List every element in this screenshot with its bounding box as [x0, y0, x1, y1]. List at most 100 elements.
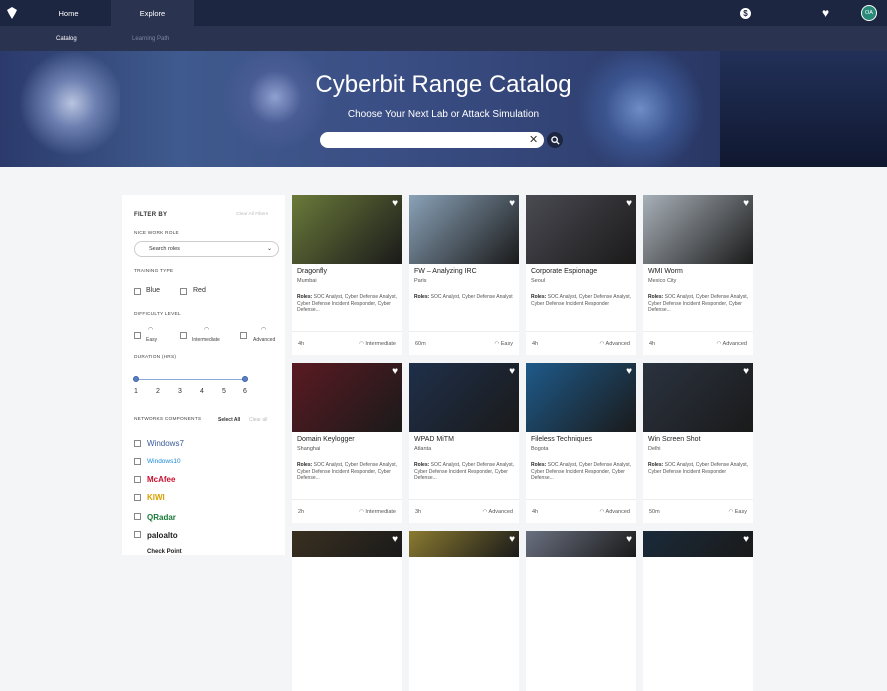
red-checkbox[interactable]	[180, 288, 187, 295]
favorite-heart-icon[interactable]: ♥	[509, 198, 515, 209]
scenario-card[interactable]: ♥ Dragonfly Mumbai Roles: SOC Analyst, Cybe…	[292, 195, 402, 355]
level-text: Advanced	[605, 341, 630, 347]
scenario-card[interactable]: ♥ Fileless Techniques Bogota Roles: SOC Ana…	[526, 363, 636, 523]
scenario-card[interactable]: ♥ FW – Analyzing IRC Paris Roles: SOC Analy…	[409, 195, 519, 355]
card-divider	[526, 331, 636, 332]
scenario-card[interactable]: ♥ Win Screen Shot Delhi Roles: SOC Analyst,…	[643, 363, 753, 523]
favorite-heart-icon[interactable]: ♥	[626, 198, 632, 209]
mcafee-logo: McAfee	[147, 475, 176, 484]
level-text: Intermediate	[365, 341, 396, 347]
intermediate-checkbox[interactable]	[180, 332, 187, 339]
roles-prefix: Roles:	[531, 294, 547, 300]
scenario-location: Atlanta	[414, 446, 432, 452]
favorite-heart-icon[interactable]: ♥	[626, 366, 632, 377]
duration-slider-track[interactable]	[135, 379, 246, 380]
windows10-checkbox[interactable]	[134, 458, 141, 465]
work-role-label: NICE WORK ROLE	[134, 231, 179, 236]
scenario-card[interactable]: ♥ Corporate Espionage Seoul Roles: SOC Anal…	[526, 195, 636, 355]
scenario-location: Bogota	[531, 446, 549, 452]
scenario-title: Dragonfly	[297, 268, 327, 275]
favorite-heart-icon[interactable]: ♥	[509, 534, 515, 545]
scenario-card[interactable]: ♥	[526, 531, 636, 691]
difficulty-label: DIFFICULTY LEVEL	[134, 312, 181, 317]
hero-title: Cyberbit Range Catalog	[315, 71, 572, 98]
card-divider	[409, 499, 519, 500]
training-type-label: TRAINING TYPE	[134, 269, 174, 274]
catalog-search-input[interactable]	[320, 132, 544, 148]
paloalto-checkbox[interactable]	[134, 531, 141, 538]
favorite-heart-icon[interactable]: ♥	[509, 366, 515, 377]
level-text: Easy	[734, 509, 747, 515]
duration-tick: 3	[178, 388, 182, 395]
advanced-checkbox[interactable]	[240, 332, 247, 339]
nav-home-tab[interactable]: Home	[27, 0, 110, 26]
roles-text: SOC Analyst, Cyber Defense Analyst, Cybe…	[414, 462, 515, 481]
favorite-heart-icon[interactable]: ♥	[392, 198, 398, 209]
duration-tick: 2	[156, 388, 160, 395]
hero-banner: Cyberbit Range Catalog Choose Your Next …	[0, 51, 887, 167]
roles-text: SOC Analyst, Cyber Defense Analyst, Cybe…	[531, 294, 632, 307]
tab-catalog[interactable]: Catalog	[56, 26, 77, 51]
red-label: Red	[193, 287, 206, 294]
easy-checkbox[interactable]	[134, 332, 141, 339]
qradar-checkbox[interactable]	[134, 513, 141, 520]
scenario-card[interactable]: ♥ Domain Keylogger Shanghai Roles: SOC Anal…	[292, 363, 402, 523]
scenario-duration: 4h	[649, 341, 656, 347]
scenario-roles: Roles: SOC Analyst, Cyber Defense Analys…	[297, 462, 398, 482]
scenario-location: Paris	[414, 278, 427, 284]
favorite-heart-icon[interactable]: ♥	[392, 366, 398, 377]
windows7-checkbox[interactable]	[134, 440, 141, 447]
favorite-heart-icon[interactable]: ♥	[743, 198, 749, 209]
mcafee-checkbox[interactable]	[134, 476, 141, 483]
scenario-level: ◠ Advanced	[717, 341, 748, 347]
duration-tick: 6	[243, 388, 247, 395]
scenario-level: ◠ Advanced	[600, 341, 631, 347]
scenario-card[interactable]: ♥ WPAD MiTM Atlanta Roles: SOC Analyst, Cyb…	[409, 363, 519, 523]
nav-explore-tab[interactable]: Explore	[111, 0, 194, 26]
hero-subtitle: Choose Your Next Lab or Attack Simulatio…	[347, 109, 540, 120]
scenario-title: WMI Worm	[648, 268, 683, 275]
search-icon[interactable]	[547, 132, 563, 148]
scenario-card[interactable]: ♥	[409, 531, 519, 691]
duration-tick: 1	[134, 388, 138, 395]
scenario-image	[526, 195, 636, 264]
roles-select[interactable]: Search roles ⌄	[134, 241, 279, 257]
checkpoint-logo: Check Point	[147, 549, 182, 555]
cyberbit-logo-icon[interactable]	[5, 6, 19, 20]
favorite-heart-icon[interactable]: ♥	[743, 366, 749, 377]
scenario-image	[409, 531, 519, 557]
scenario-roles: Roles: SOC Analyst, Cyber Defense Analys…	[297, 294, 398, 314]
kiwi-checkbox[interactable]	[134, 494, 141, 501]
favorite-heart-icon[interactable]: ♥	[392, 534, 398, 545]
scenario-duration: 2h	[298, 509, 305, 515]
scenario-card[interactable]: ♥ WMI Worm Mexico City Roles: SOC Analyst, …	[643, 195, 753, 355]
roles-prefix: Roles:	[414, 294, 430, 300]
user-avatar[interactable]: OA	[861, 5, 877, 21]
select-all-link[interactable]: Select All	[218, 417, 240, 423]
scenario-roles: Roles: SOC Analyst, Cyber Defense Analys…	[531, 462, 632, 482]
blue-checkbox[interactable]	[134, 288, 141, 295]
intermediate-label: Intermediate	[192, 337, 220, 343]
clear-all-filters-link[interactable]: Clear All Filters	[236, 212, 268, 217]
roles-text: SOC Analyst, Cyber Defense Analyst, Cybe…	[297, 462, 398, 481]
scenario-location: Shanghai	[297, 446, 321, 452]
tab-learning-path[interactable]: Learning Path	[132, 26, 169, 51]
favorites-heart-icon[interactable]: ♥	[822, 6, 829, 20]
roles-prefix: Roles:	[648, 294, 664, 300]
duration-slider-max-handle[interactable]	[242, 376, 248, 382]
scenario-image	[643, 531, 753, 557]
scenario-card[interactable]: ♥	[643, 531, 753, 691]
favorite-heart-icon[interactable]: ♥	[626, 534, 632, 545]
dollar-icon[interactable]: $	[740, 8, 751, 19]
scenario-roles: Roles: SOC Analyst, Cyber Defense Analys…	[648, 294, 749, 314]
scenario-card[interactable]: ♥	[292, 531, 402, 691]
scenario-location: Mexico City	[648, 278, 677, 284]
duration-slider-min-handle[interactable]	[133, 376, 139, 382]
roles-prefix: Roles:	[531, 462, 547, 468]
clear-all-link[interactable]: Clear all	[249, 417, 267, 423]
favorite-heart-icon[interactable]: ♥	[743, 534, 749, 545]
scenario-duration: 4h	[298, 341, 305, 347]
scenario-title: Win Screen Shot	[648, 436, 701, 443]
clear-search-icon[interactable]: ✕	[529, 133, 538, 146]
duration-label: DURATION (HRS)	[134, 355, 177, 360]
